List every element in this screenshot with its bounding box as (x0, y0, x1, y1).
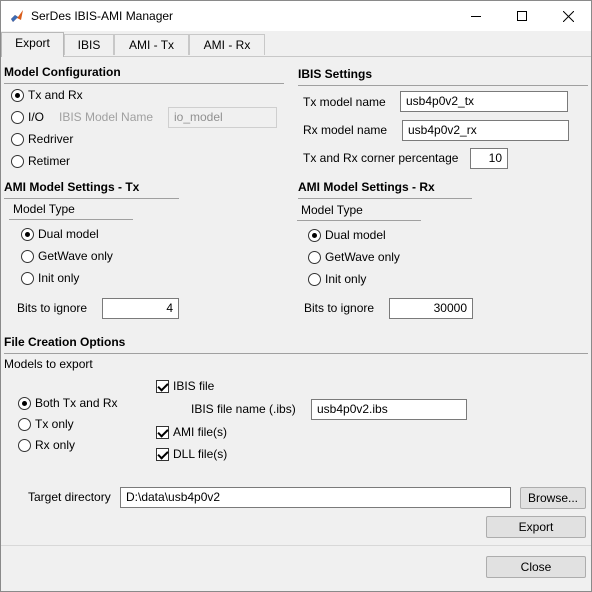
divider (9, 219, 133, 220)
title-bar: SerDes IBIS-AMI Manager (1, 1, 591, 31)
ibis-file-name-input[interactable]: usb4p0v2.ibs (311, 399, 467, 420)
browse-button[interactable]: Browse... (520, 487, 586, 509)
radio-retimer-label: Retimer (28, 154, 71, 168)
tab-bar: Export IBIS AMI - Tx AMI - Rx (1, 32, 591, 57)
ibis-file-checkbox[interactable] (156, 380, 169, 393)
radio-io[interactable] (11, 111, 24, 124)
radio-io-label: I/O (28, 110, 45, 124)
target-directory-input[interactable]: D:\data\usb4p0v2 (120, 487, 511, 508)
app-window: SerDes IBIS-AMI Manager Export IBIS AMI … (0, 0, 592, 592)
models-to-export-label: Models to export (4, 357, 93, 371)
tab-ami-rx[interactable]: AMI - Rx (189, 34, 265, 55)
model-configuration-heading: Model Configuration (4, 65, 121, 79)
ami-rx-heading: AMI Model Settings - Rx (298, 180, 435, 194)
divider (298, 198, 472, 199)
radio-retimer[interactable] (11, 155, 24, 168)
rx-radio-init-only[interactable] (308, 273, 321, 286)
ibis-model-name-input: io_model (168, 107, 277, 128)
tab-ami-tx[interactable]: AMI - Tx (114, 34, 189, 55)
maximize-icon (517, 11, 527, 21)
radio-tx-and-rx-label: Tx and Rx (28, 88, 83, 102)
radio-tx-only[interactable] (18, 418, 31, 431)
close-icon (562, 10, 574, 22)
tx-model-type-label: Model Type (13, 202, 75, 216)
matlab-logo-icon (11, 10, 23, 22)
divider (298, 85, 588, 86)
tx-model-name-input[interactable]: usb4p0v2_tx (400, 91, 568, 112)
dll-files-label: DLL file(s) (173, 447, 228, 461)
ibis-settings-heading: IBIS Settings (298, 67, 373, 81)
ami-files-checkbox[interactable] (156, 426, 169, 439)
file-creation-heading: File Creation Options (4, 335, 126, 349)
target-directory-label: Target directory (28, 490, 111, 504)
minimize-button[interactable] (453, 1, 499, 31)
tx-radio-init-only[interactable] (21, 272, 34, 285)
rx-model-type-label: Model Type (301, 203, 363, 217)
tx-bits-to-ignore-label: Bits to ignore (17, 301, 88, 315)
radio-tx-and-rx[interactable] (11, 89, 24, 102)
ibis-file-name-label: IBIS file name (.ibs) (191, 402, 296, 416)
divider (297, 220, 421, 221)
rx-model-name-label: Rx model name (303, 123, 388, 137)
rx-radio-getwave-only-label: GetWave only (325, 250, 400, 264)
tx-radio-getwave-only-label: GetWave only (38, 249, 113, 263)
divider (4, 83, 284, 84)
divider (4, 353, 588, 354)
radio-redriver[interactable] (11, 133, 24, 146)
ami-files-label: AMI file(s) (173, 425, 227, 439)
tx-radio-dual-model[interactable] (21, 228, 34, 241)
radio-both-tx-and-rx[interactable] (18, 397, 31, 410)
rx-radio-getwave-only[interactable] (308, 251, 321, 264)
rx-radio-dual-model-label: Dual model (325, 228, 386, 242)
dll-files-checkbox[interactable] (156, 448, 169, 461)
close-button[interactable]: Close (486, 556, 586, 578)
tx-radio-init-only-label: Init only (38, 271, 80, 285)
tab-ibis[interactable]: IBIS (64, 34, 114, 55)
window-title: SerDes IBIS-AMI Manager (31, 9, 174, 23)
radio-tx-only-label: Tx only (35, 417, 74, 431)
rx-radio-init-only-label: Init only (325, 272, 367, 286)
tx-bits-to-ignore-input[interactable]: 4 (102, 298, 179, 319)
ibis-file-label: IBIS file (173, 379, 215, 393)
corner-percentage-input[interactable]: 10 (470, 148, 508, 169)
close-window-button[interactable] (545, 1, 591, 31)
maximize-button[interactable] (499, 1, 545, 31)
tx-radio-dual-model-label: Dual model (38, 227, 99, 241)
ibis-model-name-label: IBIS Model Name (59, 110, 154, 124)
radio-redriver-label: Redriver (28, 132, 74, 146)
radio-rx-only-label: Rx only (35, 438, 76, 452)
corner-percentage-label: Tx and Rx corner percentage (303, 151, 459, 165)
minimize-icon (471, 16, 481, 17)
export-button[interactable]: Export (486, 516, 586, 538)
radio-rx-only[interactable] (18, 439, 31, 452)
tab-export[interactable]: Export (1, 32, 64, 57)
rx-model-name-input[interactable]: usb4p0v2_rx (402, 120, 569, 141)
tx-model-name-label: Tx model name (303, 95, 386, 109)
rx-bits-to-ignore-label: Bits to ignore (304, 301, 375, 315)
rx-radio-dual-model[interactable] (308, 229, 321, 242)
radio-both-tx-and-rx-label: Both Tx and Rx (35, 396, 118, 410)
divider (4, 198, 179, 199)
tx-radio-getwave-only[interactable] (21, 250, 34, 263)
rx-bits-to-ignore-input[interactable]: 30000 (389, 298, 473, 319)
ami-tx-heading: AMI Model Settings - Tx (4, 180, 140, 194)
divider (1, 545, 591, 546)
